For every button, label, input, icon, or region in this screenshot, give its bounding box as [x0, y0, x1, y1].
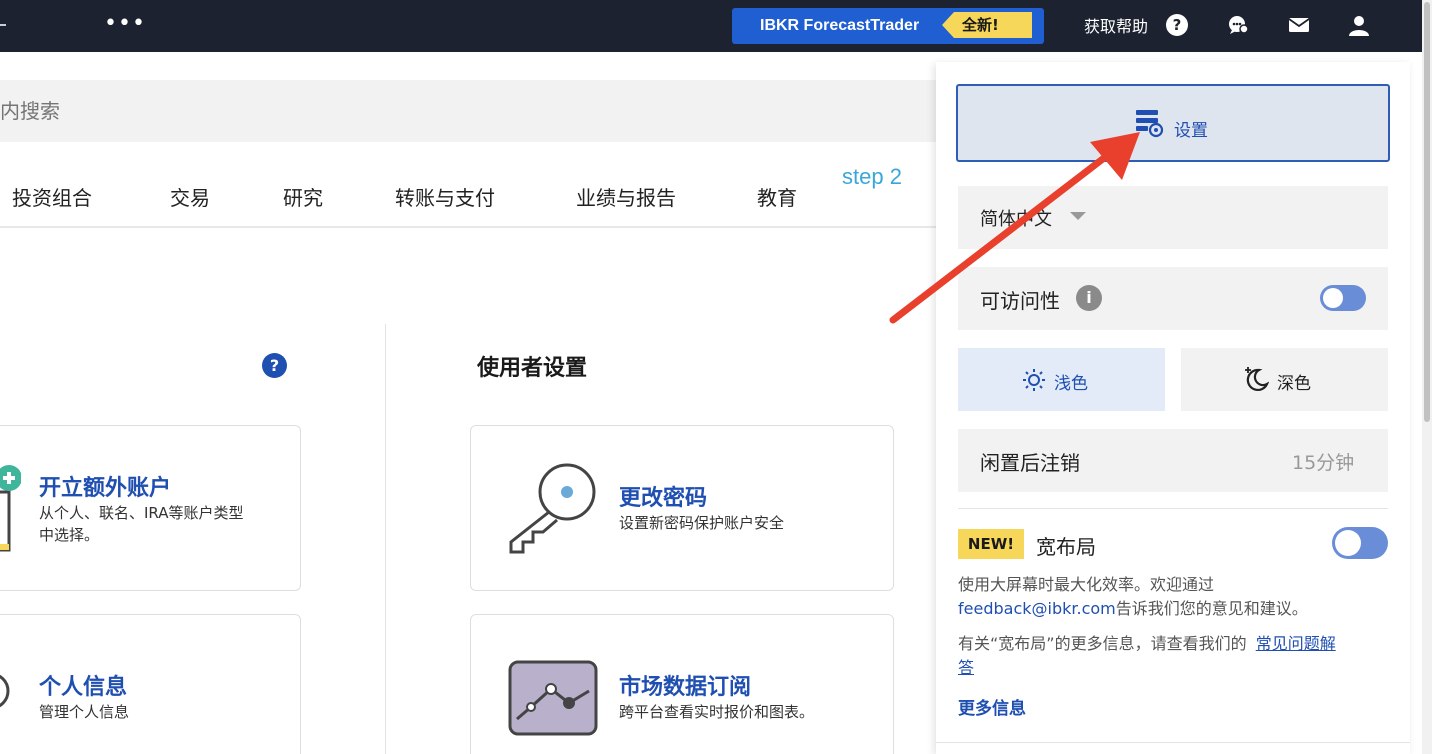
- person-icon: [0, 674, 10, 708]
- theme-light-label: 浅色: [1054, 374, 1088, 394]
- column-divider: [385, 324, 386, 754]
- faq-link[interactable]: 常见问题解: [1256, 634, 1336, 653]
- card-description: 设置新密码保护账户安全: [619, 514, 785, 532]
- divider: [958, 508, 1388, 509]
- sun-icon: [1023, 369, 1045, 391]
- help-question-icon[interactable]: ?: [1166, 14, 1188, 36]
- search-bar: [0, 80, 936, 142]
- faq-link[interactable]: 答: [958, 658, 974, 677]
- card-description: 跨平台查看实时报价和图表。: [619, 703, 815, 721]
- card-description: 管理个人信息: [39, 703, 130, 721]
- nav-portfolio[interactable]: 投资组合: [12, 182, 92, 211]
- open-account-card[interactable]: 开立额外账户 从个人、联名、IRA等账户类型 中选择。: [0, 425, 301, 591]
- page-scrollbar[interactable]: [1422, 0, 1432, 754]
- language-value: 简体中文: [980, 209, 1052, 230]
- market-chart-icon: [508, 660, 598, 736]
- add-account-icon: [0, 465, 21, 552]
- language-select[interactable]: 简体中文: [958, 186, 1388, 249]
- card-description: 中选择。: [39, 526, 100, 544]
- nav-performance-reports[interactable]: 业绩与报告: [576, 182, 676, 211]
- theme-dark-button[interactable]: 深色: [1181, 348, 1388, 411]
- card-description: 从个人、联名、IRA等账户类型: [39, 504, 244, 522]
- mail-icon[interactable]: [1287, 13, 1311, 37]
- divider: [936, 742, 1410, 743]
- accessibility-row: 可访问性 i: [958, 267, 1388, 330]
- info-icon[interactable]: i: [1076, 285, 1102, 311]
- help-question-icon[interactable]: ?: [262, 353, 287, 378]
- user-account-icon[interactable]: [1347, 13, 1371, 37]
- card-title: 市场数据订阅: [619, 675, 752, 700]
- wide-layout-more: 有关“宽布局”的更多信息，请查看我们的 常见问题解: [958, 632, 1336, 656]
- chevron-down-icon: [1070, 212, 1086, 220]
- main-nav: 投资组合 交易 研究 转账与支付 业绩与报告 教育: [0, 162, 936, 228]
- card-title: 更改密码: [619, 486, 708, 511]
- wide-layout-description: 使用大屏幕时最大化效率。欢迎通过: [958, 573, 1214, 597]
- toggle-knob: [1335, 530, 1361, 556]
- card-title: 个人信息: [39, 675, 128, 700]
- idle-logout-value: 15分钟: [1292, 452, 1355, 474]
- wide-layout-more: 答: [958, 656, 974, 680]
- chat-support-icon[interactable]: [1226, 13, 1250, 37]
- idle-logout-row[interactable]: 闲置后注销 15分钟: [958, 429, 1388, 492]
- nav-transfer-pay[interactable]: 转账与支付: [395, 182, 495, 211]
- step-annotation: step 2: [842, 164, 902, 189]
- more-info-text: 有关“宽布局”的更多信息，请查看我们的: [958, 634, 1247, 653]
- settings-gear-icon: [1136, 110, 1164, 138]
- settings-button[interactable]: 设置: [956, 84, 1390, 162]
- promo-text: IBKR ForecastTrader: [760, 17, 920, 34]
- theme-dark-label: 深色: [1277, 374, 1311, 394]
- market-data-card[interactable]: 市场数据订阅 跨平台查看实时报价和图表。: [470, 614, 894, 754]
- user-settings-heading: 使用者设置: [477, 356, 588, 381]
- accessibility-label: 可访问性: [980, 289, 1060, 313]
- get-help-link[interactable]: 获取帮助: [1084, 13, 1148, 37]
- nav-education[interactable]: 教育: [757, 182, 797, 211]
- key-icon: [509, 463, 596, 554]
- wide-layout-toggle[interactable]: [1332, 527, 1388, 559]
- top-navigation-bar: ••• IBKR ForecastTrader 全新! 获取帮助 ?: [0, 0, 1422, 52]
- wide-layout-description: feedback@ibkr.com告诉我们您的意见和建议。: [958, 597, 1308, 621]
- more-dots-icon[interactable]: •••: [104, 12, 146, 36]
- more-info-link[interactable]: 更多信息: [958, 694, 1026, 719]
- card-title: 开立额外账户: [39, 476, 172, 501]
- nav-trade[interactable]: 交易: [170, 182, 210, 211]
- change-password-card[interactable]: 更改密码 设置新密码保护账户安全: [470, 425, 894, 591]
- scrollbar-thumb[interactable]: [1424, 2, 1430, 422]
- description-text: 使用大屏幕时最大化效率。欢迎通过: [958, 575, 1215, 594]
- wide-layout-label: 宽布局: [1036, 535, 1096, 559]
- search-input[interactable]: [0, 80, 936, 142]
- nav-research[interactable]: 研究: [283, 182, 323, 211]
- feedback-email-link[interactable]: feedback@ibkr.com: [958, 599, 1116, 618]
- description-text: 告诉我们您的意见和建议。: [1115, 599, 1308, 618]
- moon-icon: [1245, 367, 1269, 391]
- new-feature-badge: NEW!: [958, 529, 1024, 559]
- personal-info-card[interactable]: 个人信息 管理个人信息: [0, 614, 301, 754]
- theme-light-button[interactable]: 浅色: [958, 348, 1165, 411]
- settings-label: 设置: [1174, 121, 1208, 141]
- toggle-knob: [1323, 288, 1343, 308]
- accessibility-toggle[interactable]: [1320, 285, 1366, 311]
- menu-fragment-icon[interactable]: [0, 24, 6, 26]
- idle-logout-label: 闲置后注销: [980, 451, 1080, 475]
- new-badge: 全新!: [942, 12, 1032, 38]
